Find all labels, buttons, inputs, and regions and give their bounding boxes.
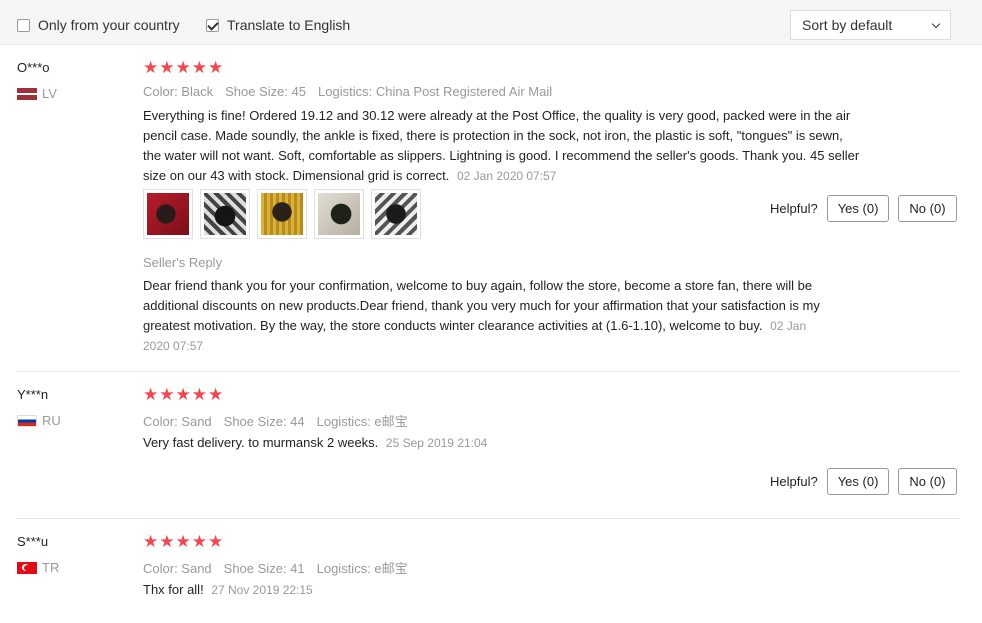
reviewer-country: RU (17, 413, 61, 428)
review-text: Thx for all! 27 Nov 2019 22:15 (143, 580, 863, 600)
star-rating: ★ ★ ★ ★ ★ (143, 534, 224, 551)
star-icon: ★ (208, 532, 224, 552)
star-icon: ★ (208, 58, 224, 78)
star-icon: ★ (143, 532, 159, 552)
review-filter-bar: Only from your country Translate to Engl… (0, 0, 982, 45)
boot-photo-image (261, 193, 303, 235)
attr-shoe-size: Shoe Size: 41 (223, 561, 305, 576)
review-text: Everything is fine! Ordered 19.12 and 30… (143, 106, 863, 186)
turkey-flag-icon (17, 561, 37, 574)
reviewer-name: O***o (17, 60, 50, 75)
attr-shoe-size: Shoe Size: 45 (225, 84, 307, 99)
review-attributes: Color: Sand Shoe Size: 44 Logistics: e邮宝 (143, 411, 420, 430)
only-from-country-label: Only from your country (38, 17, 180, 33)
seller-reply: Dear friend thank you for your confirmat… (143, 276, 833, 356)
seller-reply-body: Dear friend thank you for your confirmat… (143, 278, 820, 333)
helpful-no-button[interactable]: No (0) (898, 468, 957, 495)
star-icon: ★ (208, 385, 224, 405)
reviewer-name: S***u (17, 534, 49, 549)
country-code: RU (42, 413, 61, 428)
star-rating: ★ ★ ★ ★ ★ (143, 387, 224, 404)
star-icon: ★ (159, 58, 175, 78)
boot-photo-image (147, 193, 189, 235)
star-icon: ★ (159, 385, 175, 405)
attr-logistics: Logistics: e邮宝 (316, 561, 408, 576)
attr-logistics: Logistics: e邮宝 (316, 414, 408, 429)
review-photo-thumbnail[interactable] (371, 189, 421, 239)
review-photos (143, 189, 428, 239)
review-photo-thumbnail[interactable] (143, 189, 193, 239)
attr-color: Color: Sand (143, 561, 212, 576)
review-date: 02 Jan 2020 07:57 (456, 169, 557, 183)
translate-checkbox[interactable] (206, 18, 219, 32)
star-icon: ★ (175, 532, 191, 552)
review-divider (16, 518, 960, 519)
helpful-vote: Helpful? Yes (0) No (0) (770, 195, 966, 222)
review-date: 25 Sep 2019 21:04 (385, 436, 488, 450)
boot-photo-image (318, 193, 360, 235)
review-body: Thx for all! (143, 582, 204, 597)
translate-label: Translate to English (227, 17, 351, 33)
star-icon: ★ (191, 385, 207, 405)
helpful-yes-button[interactable]: Yes (0) (826, 468, 890, 495)
chevron-down-icon (931, 19, 941, 28)
russia-flag-icon (17, 414, 37, 427)
attr-shoe-size: Shoe Size: 44 (223, 414, 305, 429)
star-icon: ★ (143, 58, 159, 78)
review-attributes: Color: Sand Shoe Size: 41 Logistics: e邮宝 (143, 558, 420, 577)
review-body: Very fast delivery. to murmansk 2 weeks. (143, 435, 379, 450)
review-date: 27 Nov 2019 22:15 (211, 583, 313, 597)
review-photo-thumbnail[interactable] (257, 189, 307, 239)
sort-dropdown[interactable]: Sort by default (790, 10, 951, 40)
helpful-label: Helpful? (770, 474, 818, 489)
sort-dropdown-value: Sort by default (802, 17, 893, 33)
review-attributes: Color: Black Shoe Size: 45 Logistics: Chin… (143, 84, 564, 99)
star-icon: ★ (143, 385, 159, 405)
reviewer-country: LV (17, 86, 57, 101)
reviewer-name: Y***n (17, 387, 49, 402)
latvia-flag-icon (17, 87, 37, 100)
review-divider (16, 371, 960, 372)
review-photo-thumbnail[interactable] (314, 189, 364, 239)
helpful-label: Helpful? (770, 201, 818, 216)
only-from-country-checkbox[interactable] (17, 18, 30, 32)
boot-photo-image (375, 193, 417, 235)
attr-logistics: Logistics: China Post Registered Air Mai… (318, 84, 553, 99)
boot-photo-image (204, 193, 246, 235)
helpful-vote: Helpful? Yes (0) No (0) (770, 468, 966, 495)
star-icon: ★ (191, 58, 207, 78)
seller-reply-title: Seller's Reply (143, 255, 223, 270)
star-icon: ★ (175, 385, 191, 405)
translate-filter[interactable]: Translate to English (206, 17, 350, 33)
only-from-country-filter[interactable]: Only from your country (17, 17, 180, 33)
country-code: LV (42, 86, 57, 101)
attr-color: Color: Black (143, 84, 214, 99)
star-icon: ★ (175, 58, 191, 78)
reviewer-country: TR (17, 560, 59, 575)
country-code: TR (42, 560, 60, 575)
review-photo-thumbnail[interactable] (200, 189, 250, 239)
star-icon: ★ (191, 532, 207, 552)
helpful-yes-button[interactable]: Yes (0) (826, 195, 890, 222)
star-rating: ★ ★ ★ ★ ★ (143, 60, 224, 77)
attr-color: Color: Sand (143, 414, 212, 429)
star-icon: ★ (159, 532, 175, 552)
helpful-no-button[interactable]: No (0) (898, 195, 957, 222)
review-text: Very fast delivery. to murmansk 2 weeks.… (143, 433, 863, 453)
